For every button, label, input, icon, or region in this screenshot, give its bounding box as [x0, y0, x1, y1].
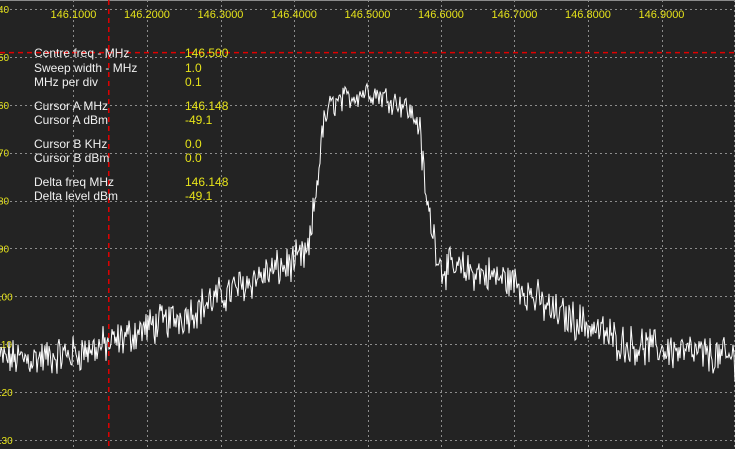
readout-label: MHz per div [34, 75, 99, 89]
spectrum-analyzer-display[interactable]: 146.1000 146.2000 146.3000 146.4000 146.5000… [0, 0, 735, 449]
readout-value: 146.500 [185, 46, 229, 60]
frequency-tick-label: 146.6000 [418, 9, 464, 21]
frequency-tick-label: 146.2000 [124, 9, 170, 21]
level-tick-label: 70 [0, 149, 10, 160]
frequency-tick-label: 146.5000 [345, 9, 391, 21]
readout-value: 0.0 [185, 136, 202, 151]
readout-label: Delta freq MHz [34, 174, 115, 189]
readout-value: -49.1 [185, 189, 213, 203]
readout-panel: Centre freq - MHz 146.500 Sweep width - M… [34, 46, 228, 204]
readout-label: Cursor B dBm [34, 151, 110, 165]
frequency-tick-label: 146.9000 [639, 9, 685, 21]
level-tick-label: 120 [0, 388, 13, 399]
level-tick-label: 90 [0, 244, 10, 255]
readout-row-mhz-per-div: MHz per div 0.1 [34, 75, 228, 90]
readout-row-sweep-width: Sweep width - MHz 1.0 [34, 61, 228, 76]
readout-row-cursor-a-mhz: Cursor A MHz 146.148 [34, 99, 228, 114]
frequency-tick-label: 146.1000 [51, 9, 97, 21]
readout-row-delta-freq: Delta freq MHz 146.148 [34, 175, 228, 190]
readout-label: Sweep width - MHz [34, 60, 138, 75]
readout-row-centre-freq: Centre freq - MHz 146.500 [34, 46, 228, 61]
readout-value: -49.1 [185, 113, 213, 127]
readout-row-cursor-a-dbm: Cursor A dBm -49.1 [34, 113, 228, 128]
readout-label: Cursor A MHz [34, 98, 109, 113]
level-tick-label: 100 [0, 292, 13, 303]
readout-value: 146.148 [185, 174, 229, 189]
level-tick-label: 80 [0, 197, 10, 208]
readout-row-cursor-b-dbm: Cursor B dBm 0.0 [34, 151, 228, 166]
level-tick-label: 60 [0, 101, 10, 112]
readout-label: Cursor B KHz [34, 136, 108, 151]
frequency-tick-label: 146.4000 [271, 9, 317, 21]
frequency-axis-labels: 146.1000 146.2000 146.3000 146.4000 146.5000… [51, 9, 685, 21]
readout-value: 0.0 [185, 151, 202, 165]
readout-value: 0.1 [185, 75, 202, 89]
frequency-tick-label: 146.7000 [492, 9, 538, 21]
readout-label: Centre freq - MHz [34, 46, 130, 60]
readout-row-cursor-b-khz: Cursor B KHz 0.0 [34, 137, 228, 152]
frequency-tick-label: 146.3000 [198, 9, 244, 21]
readout-value: 1.0 [185, 60, 202, 75]
readout-value: 146.148 [185, 98, 229, 113]
readout-label: Delta level dBm [34, 189, 119, 203]
level-tick-label: 130 [0, 436, 13, 447]
level-tick-label: 50 [0, 53, 10, 64]
readout-label: Cursor A dBm [34, 113, 109, 127]
frequency-tick-label: 146.8000 [565, 9, 611, 21]
level-tick-label: 40 [0, 5, 10, 16]
readout-row-delta-level: Delta level dBm -49.1 [34, 189, 228, 204]
